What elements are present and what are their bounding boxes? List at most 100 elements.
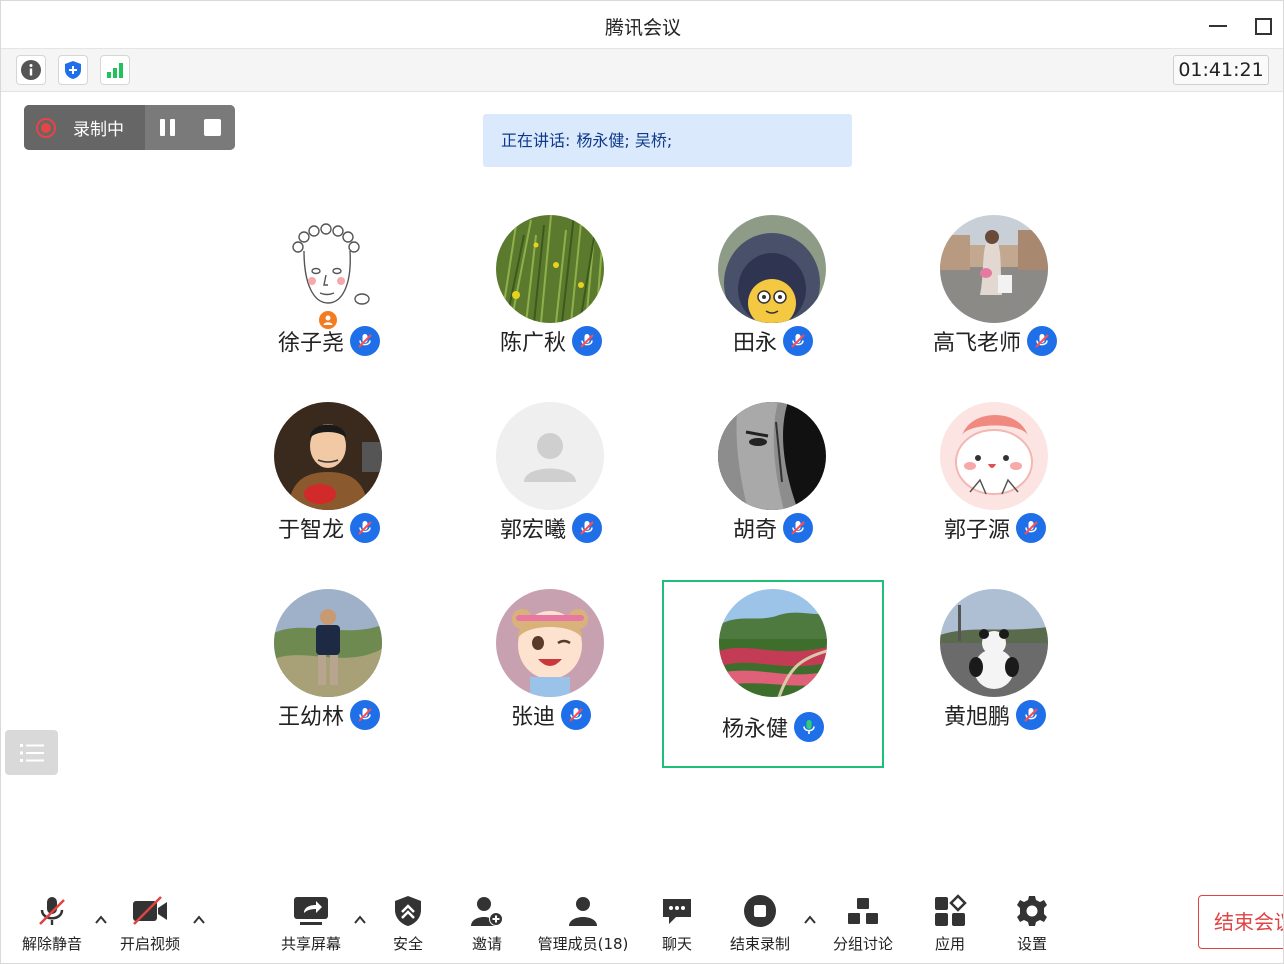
list-view-button[interactable] bbox=[5, 730, 58, 775]
mic-speaking-icon bbox=[794, 712, 824, 742]
participant-tile[interactable]: 陈广秋 bbox=[440, 189, 662, 377]
participant-tile[interactable]: 于智龙 bbox=[218, 376, 440, 564]
share-screen-label: 共享屏幕 bbox=[280, 935, 341, 953]
speaking-banner: 正在讲话: 杨永健; 吴桥; bbox=[483, 114, 852, 167]
meeting-window: 腾讯会议 01:41:21 录制中 正在讲话: 杨永健; 吴桥; 徐子尧 陈广秋… bbox=[0, 0, 1284, 964]
breakout-icon bbox=[848, 898, 878, 924]
recording-controls: 录制中 bbox=[24, 105, 235, 150]
unmute-button[interactable]: 解除静音 bbox=[19, 891, 85, 955]
avatar bbox=[496, 589, 604, 697]
participant-name-row: 黄旭鹏 bbox=[884, 697, 1106, 733]
participant-name-row: 徐子尧 bbox=[218, 323, 440, 359]
mic-muted-icon bbox=[350, 326, 380, 356]
mic-muted-icon bbox=[783, 513, 813, 543]
mic-muted-icon bbox=[572, 326, 602, 356]
participant-name-row: 田永 bbox=[662, 323, 884, 359]
minimize-button[interactable] bbox=[1205, 13, 1231, 39]
window-title: 腾讯会议 bbox=[604, 17, 681, 39]
bottom-toolbar: 解除静音 开启视频 共享屏幕 安全 邀请 管理成员(18) 聊天 结束录制 分组… bbox=[1, 885, 1283, 963]
participant-name: 王幼林 bbox=[277, 705, 344, 730]
end-meeting-button[interactable]: 结束会议 bbox=[1198, 895, 1283, 949]
mic-muted-icon bbox=[1016, 700, 1046, 730]
participant-name-row: 张迪 bbox=[440, 697, 662, 733]
avatar bbox=[719, 589, 827, 697]
participant-name: 杨永健 bbox=[721, 717, 788, 742]
participant-tile[interactable]: 张迪 bbox=[440, 563, 662, 751]
avatar bbox=[496, 215, 604, 323]
apps-label: 应用 bbox=[934, 935, 965, 953]
meeting-timer: 01:41:21 bbox=[1173, 55, 1269, 85]
apps-button[interactable]: 应用 bbox=[922, 891, 978, 955]
stop-recording-button[interactable] bbox=[190, 105, 235, 150]
participant-tile[interactable]: 黄旭鹏 bbox=[884, 563, 1106, 751]
participant-tile-active-speaker[interactable]: 杨永健 bbox=[662, 580, 884, 768]
avatar bbox=[274, 402, 382, 510]
participant-name-row: 胡奇 bbox=[662, 510, 884, 546]
mic-muted-icon bbox=[350, 700, 380, 730]
participant-tile[interactable]: 郭子源 bbox=[884, 376, 1106, 564]
share-screen-icon bbox=[294, 897, 328, 925]
shield-icon bbox=[395, 896, 421, 926]
participant-tile[interactable]: 王幼林 bbox=[218, 563, 440, 751]
chat-button[interactable]: 聊天 bbox=[649, 891, 705, 955]
mic-muted-icon bbox=[1027, 326, 1057, 356]
participant-name: 徐子尧 bbox=[277, 331, 344, 356]
participant-name-row: 高飞老师 bbox=[884, 323, 1106, 359]
settings-button[interactable]: 设置 bbox=[1004, 891, 1060, 955]
mic-muted-icon bbox=[561, 700, 591, 730]
participant-name: 胡奇 bbox=[732, 518, 777, 543]
breakout-rooms-button[interactable]: 分组讨论 bbox=[829, 891, 897, 955]
start-video-label: 开启视频 bbox=[119, 935, 180, 953]
gear-icon bbox=[1017, 896, 1047, 926]
settings-label: 设置 bbox=[1016, 935, 1047, 953]
security-label: 安全 bbox=[392, 935, 423, 953]
chat-label: 聊天 bbox=[661, 935, 692, 953]
recording-status-label: 录制中 bbox=[73, 120, 124, 140]
meeting-info-button[interactable] bbox=[16, 55, 46, 85]
manage-members-button[interactable]: 管理成员(18) bbox=[535, 891, 631, 955]
participant-name-row: 郭子源 bbox=[884, 510, 1106, 546]
user-silhouette-icon bbox=[496, 402, 604, 510]
add-user-icon bbox=[471, 897, 503, 926]
video-options-caret-icon[interactable] bbox=[191, 913, 207, 927]
security-button[interactable]: 安全 bbox=[380, 891, 436, 955]
share-screen-button[interactable]: 共享屏幕 bbox=[278, 891, 344, 955]
share-options-caret-icon[interactable] bbox=[352, 913, 368, 927]
security-status-button[interactable] bbox=[58, 55, 88, 85]
participant-tile[interactable]: 徐子尧 bbox=[218, 189, 440, 377]
maximize-button[interactable] bbox=[1249, 13, 1275, 39]
breakout-rooms-label: 分组讨论 bbox=[832, 935, 893, 953]
mic-off-icon bbox=[39, 897, 65, 925]
participant-name: 陈广秋 bbox=[499, 331, 566, 356]
avatar bbox=[940, 402, 1048, 510]
participant-tile[interactable]: 郭宏曦 bbox=[440, 376, 662, 564]
info-icon bbox=[21, 60, 41, 80]
record-dot-icon bbox=[36, 117, 56, 138]
recording-status: 录制中 bbox=[24, 105, 145, 150]
participant-tile[interactable]: 高飞老师 bbox=[884, 189, 1106, 377]
participant-name-row: 郭宏曦 bbox=[440, 510, 662, 546]
manage-members-label: 管理成员(18) bbox=[537, 935, 629, 953]
audio-options-caret-icon[interactable] bbox=[93, 913, 109, 927]
default-avatar bbox=[496, 402, 604, 510]
chat-icon bbox=[663, 899, 691, 924]
start-video-button[interactable]: 开启视频 bbox=[117, 891, 183, 955]
participant-name-row: 于智龙 bbox=[218, 510, 440, 546]
end-recording-label: 结束录制 bbox=[729, 935, 790, 953]
pause-recording-button[interactable] bbox=[145, 105, 190, 150]
avatar bbox=[718, 402, 826, 510]
network-status-button[interactable] bbox=[100, 55, 130, 85]
record-options-caret-icon[interactable] bbox=[802, 913, 818, 927]
participant-name: 黄旭鹏 bbox=[943, 705, 1010, 730]
stop-record-icon bbox=[744, 895, 776, 927]
participant-tile[interactable]: 胡奇 bbox=[662, 376, 884, 564]
participant-name: 于智龙 bbox=[277, 518, 344, 543]
participant-tile[interactable]: 田永 bbox=[662, 189, 884, 377]
speaking-names: 杨永健; 吴桥; bbox=[576, 131, 673, 150]
apps-icon bbox=[935, 894, 967, 926]
participant-name: 田永 bbox=[732, 331, 777, 356]
end-recording-button[interactable]: 结束录制 bbox=[726, 891, 794, 955]
avatar bbox=[940, 589, 1048, 697]
info-bar: 01:41:21 bbox=[1, 49, 1283, 92]
invite-button[interactable]: 邀请 bbox=[459, 891, 515, 955]
